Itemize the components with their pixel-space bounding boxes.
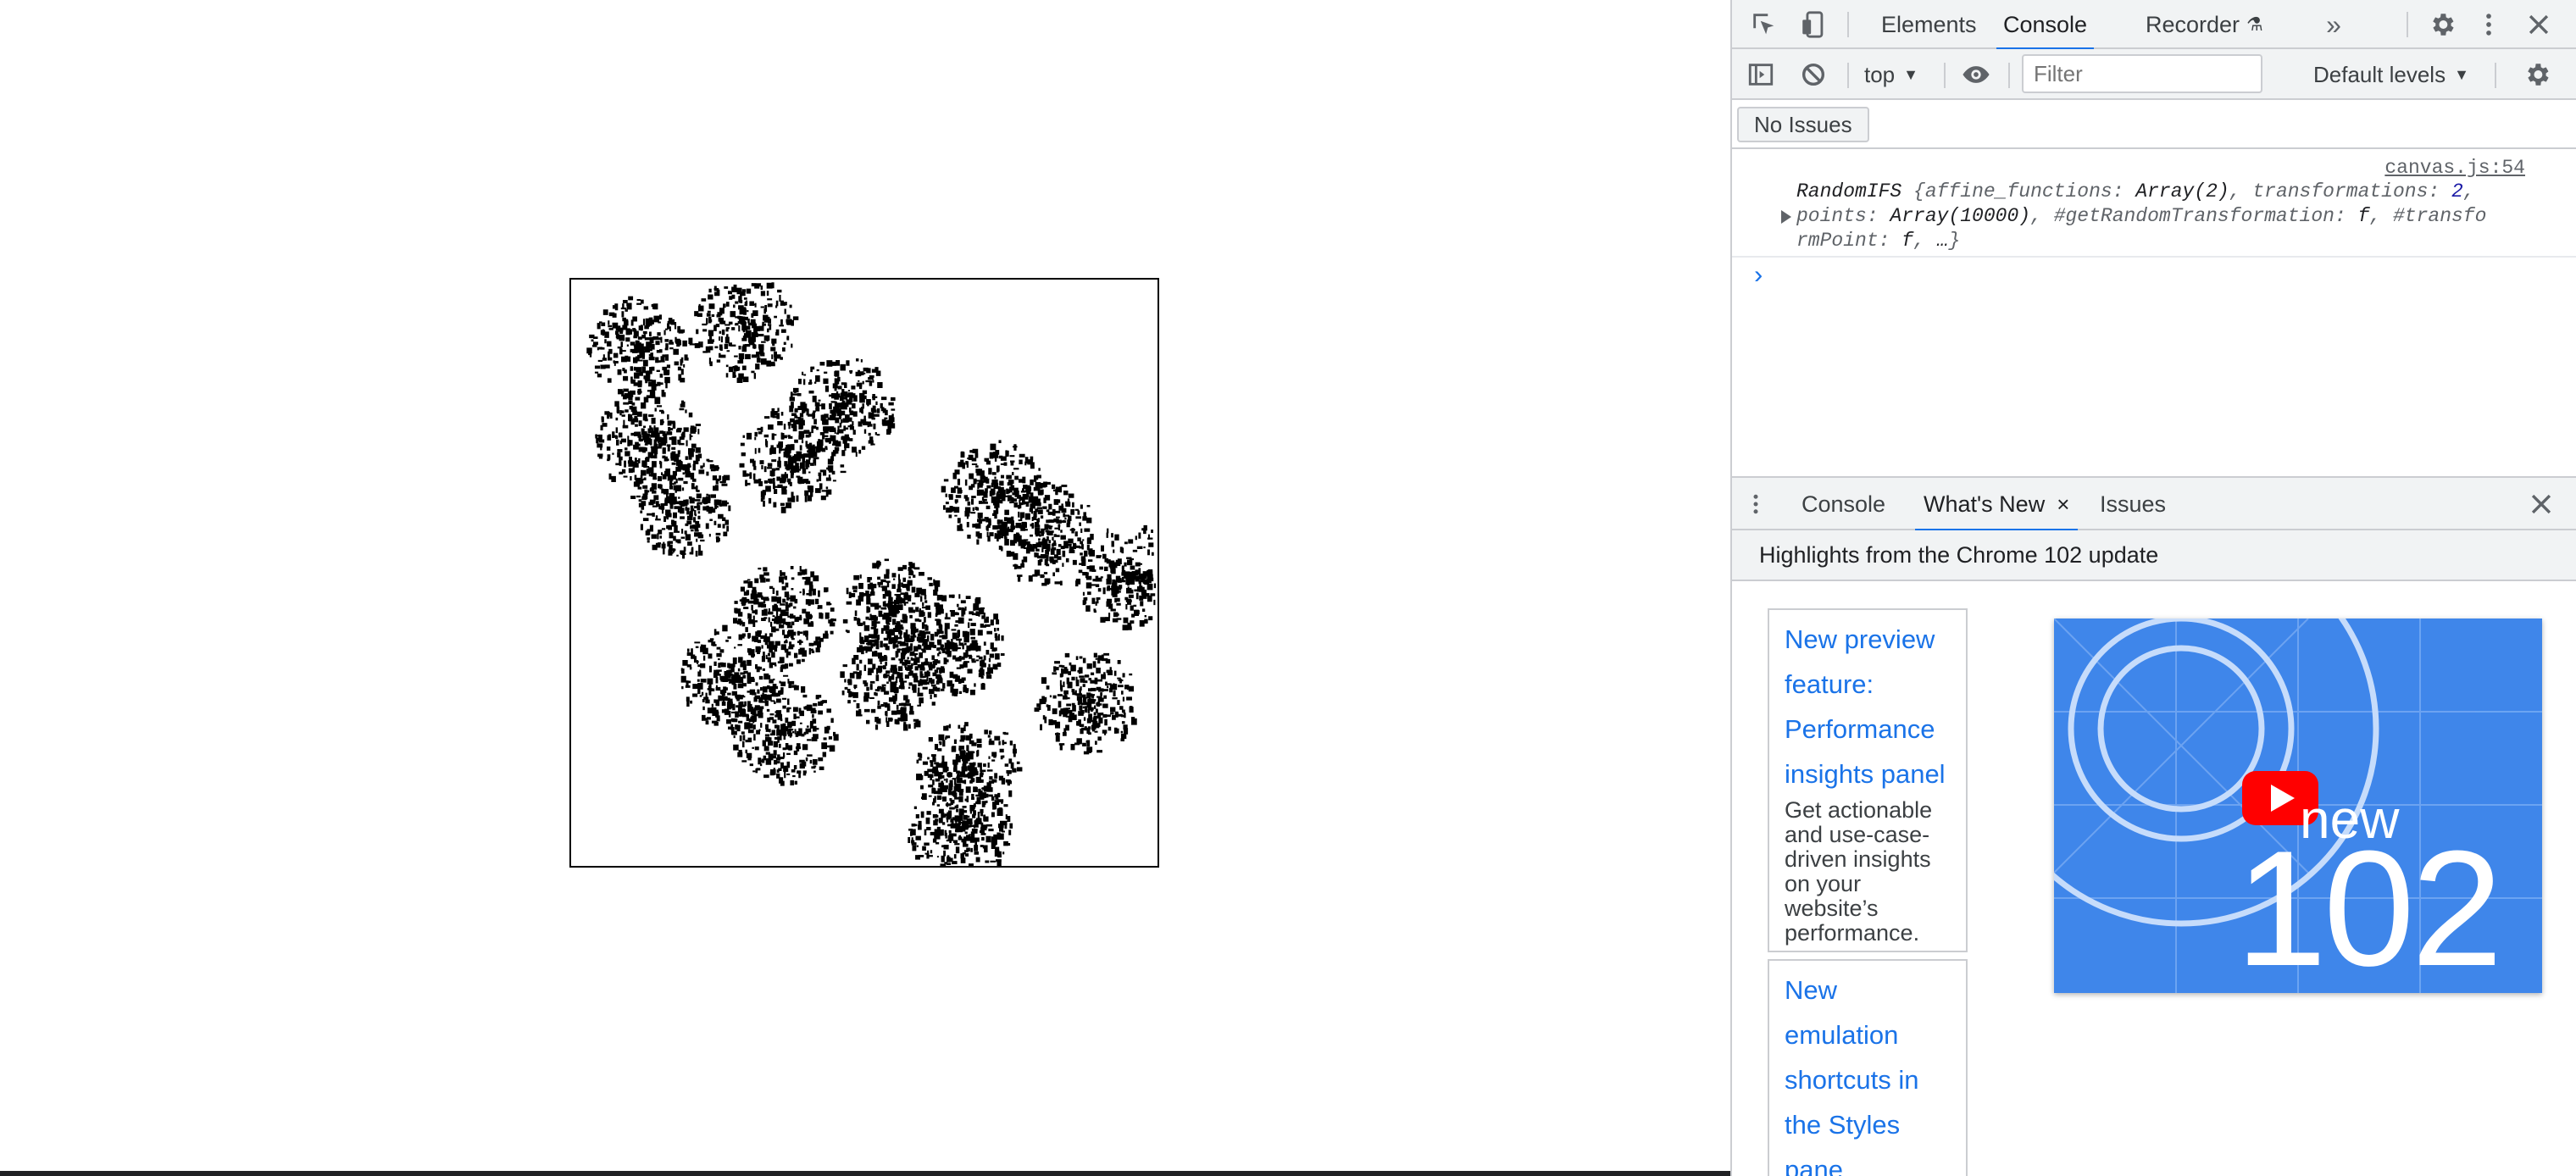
drawer-tabbar: Console What's New × Issues xyxy=(1732,478,2576,532)
feature-card-description: Get actionable and use-case- driven insi… xyxy=(1785,798,1951,946)
prop-value: Array(2) xyxy=(2135,180,2229,202)
desc-line: and use-case- xyxy=(1785,822,1930,847)
devtools-drawer: Console What's New × Issues Highlights f… xyxy=(1732,476,2576,1176)
ifs-fractal-image xyxy=(586,282,1157,866)
close-icon[interactable] xyxy=(2522,8,2556,41)
message-line: points: Array(10000), #getRandomTransfor… xyxy=(1796,205,2487,227)
close-drawer-icon[interactable] xyxy=(2527,490,2556,519)
drawer-tab-issues[interactable]: Issues xyxy=(2091,478,2174,530)
title-line: Performance xyxy=(1785,714,1935,744)
drawer-menu-icon[interactable] xyxy=(1747,490,1764,519)
video-version-number: 102 xyxy=(2235,817,2503,993)
close-tab-icon[interactable]: × xyxy=(2057,491,2069,518)
log-levels-select[interactable]: Default levels ▼ xyxy=(2313,58,2469,92)
console-output: canvas.js:54 RandomIFS {affine_functions… xyxy=(1732,149,2576,476)
drawer-tab-whats-new[interactable]: What's New × xyxy=(1915,478,2079,532)
message-line: RandomIFS {affine_functions: Array(2), t… xyxy=(1796,180,2475,202)
eye-icon[interactable] xyxy=(1957,59,1995,90)
prop-key: transformations xyxy=(2252,180,2429,202)
flask-icon: ⚗ xyxy=(2246,14,2263,35)
console-prompt[interactable]: › xyxy=(1751,263,1766,291)
log-levels-value: Default levels xyxy=(2313,61,2446,87)
dropdown-arrow-icon: ▼ xyxy=(1903,65,1918,83)
title-line: New preview xyxy=(1785,624,1935,654)
prop-key: affine_functions xyxy=(1924,180,2112,202)
class-name: RandomIFS xyxy=(1796,180,1902,202)
page-viewport xyxy=(0,0,1730,1176)
devtools-main-tabbar: Elements Console Recorder ⚗ » xyxy=(1732,0,2576,51)
desc-line: driven insights xyxy=(1785,846,1931,872)
title-line: insights panel xyxy=(1785,759,1946,789)
more-tabs-icon[interactable]: » xyxy=(2317,8,2351,41)
drawer-tab-whats-new-label: What's New xyxy=(1924,491,2046,517)
context-select-value: top xyxy=(1864,61,1896,87)
window-bottom-edge xyxy=(0,1171,1730,1176)
toolbar-divider xyxy=(2008,63,2010,88)
prop-key: points xyxy=(1796,205,1867,227)
title-line: emulation xyxy=(1785,1020,1899,1050)
desc-line: Get actionable xyxy=(1785,797,1933,823)
prop-value: f xyxy=(1901,230,1914,252)
sidebar-toggle-icon[interactable] xyxy=(1744,59,1778,90)
tab-recorder[interactable]: Recorder ⚗ xyxy=(2139,0,2270,49)
expand-triangle-icon[interactable] xyxy=(1781,210,1791,224)
issues-bar: No Issues xyxy=(1732,100,2576,149)
inspect-element-icon[interactable] xyxy=(1747,10,1781,39)
title-line: New xyxy=(1785,975,1838,1005)
gear-icon[interactable] xyxy=(2425,8,2459,41)
message-body: RandomIFS {affine_functions: Array(2), t… xyxy=(1796,180,2576,253)
desc-line: on your xyxy=(1785,871,1862,896)
toolbar-divider xyxy=(2407,12,2408,37)
highlights-heading: Highlights from the Chrome 102 update xyxy=(1732,530,2576,581)
tab-recorder-label: Recorder xyxy=(2146,11,2240,37)
feature-card-title[interactable]: New preview feature: Performance insight… xyxy=(1785,617,1951,796)
devtools-panel: Elements Console Recorder ⚗ » top ▼ Filt… xyxy=(1730,0,2576,1176)
console-toolbar: top ▼ Default levels ▼ xyxy=(1732,49,2576,100)
filter-input[interactable] xyxy=(2022,54,2262,93)
browser-window: Elements Console Recorder ⚗ » top ▼ Filt… xyxy=(0,0,2576,1176)
desc-line: performance. xyxy=(1785,920,1920,946)
prop-value: 2 xyxy=(2451,180,2463,202)
prop-value: Array(10000) xyxy=(1890,205,2031,227)
title-line: shortcuts in xyxy=(1785,1065,1919,1095)
prop-key: #transfo xyxy=(2392,205,2487,227)
toolbar-divider xyxy=(1847,63,1849,88)
tab-elements[interactable]: Elements xyxy=(1874,0,1984,49)
toolbar-divider xyxy=(1944,63,1946,88)
feature-card-title[interactable]: New emulation shortcuts in the Styles pa… xyxy=(1785,968,1951,1176)
console-message[interactable]: canvas.js:54 RandomIFS {affine_functions… xyxy=(1732,149,2576,258)
console-settings-gear-icon[interactable] xyxy=(2520,59,2554,90)
message-source-link[interactable]: canvas.js:54 xyxy=(2384,156,2525,180)
device-toolbar-icon[interactable] xyxy=(1796,10,1830,39)
message-line: rmPoint: f, …} xyxy=(1796,230,1961,252)
clear-console-icon[interactable] xyxy=(1796,59,1830,90)
title-line: the Styles xyxy=(1785,1110,1901,1140)
desc-line: website’s xyxy=(1785,896,1879,921)
dropdown-arrow-icon: ▼ xyxy=(2454,65,2469,83)
no-issues-button[interactable]: No Issues xyxy=(1737,107,1869,142)
feature-card[interactable]: New emulation shortcuts in the Styles pa… xyxy=(1768,959,1968,1176)
toolbar-divider xyxy=(2495,63,2496,88)
ellipsis: … xyxy=(1936,230,1949,252)
kebab-menu-icon[interactable] xyxy=(2474,8,2503,41)
prop-key: #getRandomTransformation xyxy=(2053,205,2334,227)
prop-value: f xyxy=(2357,205,2370,227)
tab-console[interactable]: Console xyxy=(1996,0,2095,51)
title-line: pane xyxy=(1785,1155,1843,1176)
whats-new-video-thumbnail[interactable]: new 102 xyxy=(2054,619,2542,993)
fractal-points xyxy=(586,282,1157,866)
prop-key: rmPoint xyxy=(1796,230,1879,252)
feature-card[interactable]: New preview feature: Performance insight… xyxy=(1768,608,1968,952)
toolbar-divider xyxy=(1847,12,1849,37)
title-line: feature: xyxy=(1785,669,1874,699)
fractal-canvas[interactable] xyxy=(569,278,1159,868)
drawer-tab-console[interactable]: Console xyxy=(1793,478,1894,530)
context-select[interactable]: top ▼ xyxy=(1864,58,1918,92)
